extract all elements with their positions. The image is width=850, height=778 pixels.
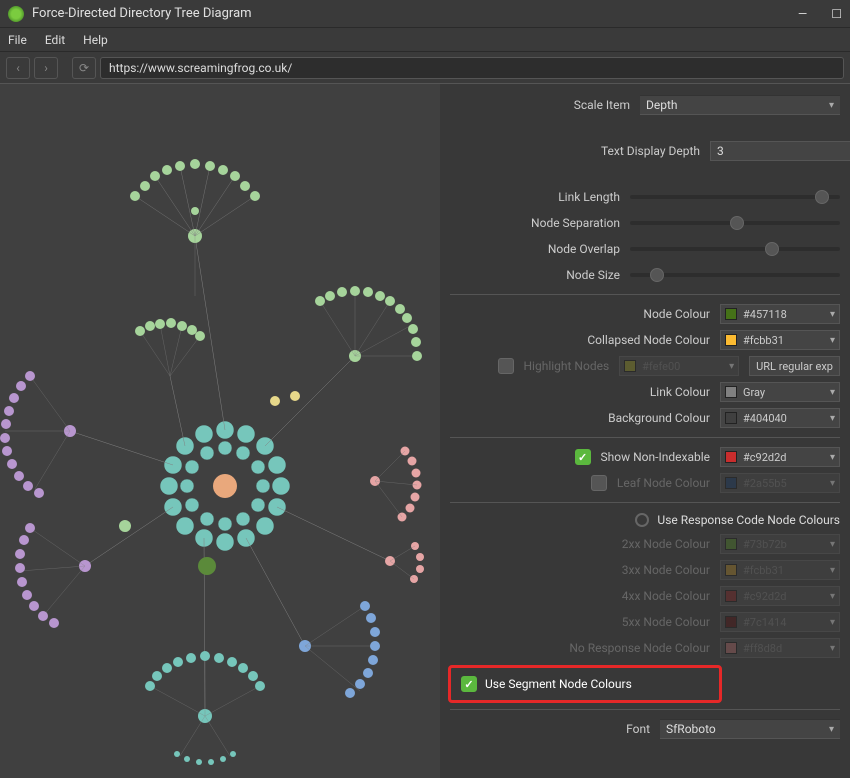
font-select[interactable]: SfRoboto <box>660 719 840 739</box>
node-size-slider[interactable] <box>630 265 840 285</box>
forward-button[interactable]: › <box>34 57 58 79</box>
bg-colour-select[interactable]: #404040 <box>720 408 840 428</box>
node-separation-slider[interactable] <box>630 213 840 233</box>
titlebar: Force-Directed Directory Tree Diagram — … <box>0 0 850 28</box>
settings-panel: Scale Item Depth Text Display Depth ▲▼ L… <box>440 84 850 778</box>
leaf-colour-select: #2a55b5 <box>720 473 840 493</box>
c4xx-select: #c92d2d <box>720 586 840 606</box>
menu-file[interactable]: File <box>8 33 27 47</box>
menubar: File Edit Help <box>0 28 850 52</box>
node-overlap-slider[interactable] <box>630 239 840 259</box>
use-response-radio[interactable] <box>635 513 649 527</box>
reload-button[interactable]: ⟳ <box>72 57 96 79</box>
nonindex-colour-select[interactable]: #c92d2d <box>720 447 840 467</box>
leaf-colour-checkbox[interactable] <box>591 475 607 491</box>
menu-edit[interactable]: Edit <box>45 33 65 47</box>
cnone-select: #ff8d8d <box>720 638 840 658</box>
collapsed-colour-select[interactable]: #fcbb31 <box>720 330 840 350</box>
maximize-button[interactable]: ☐ <box>831 7 842 21</box>
show-nonindexable-checkbox[interactable] <box>575 449 591 465</box>
scale-item-select[interactable]: Depth <box>640 95 840 115</box>
c5xx-select: #7c1414 <box>720 612 840 632</box>
use-segment-checkbox[interactable] <box>461 676 477 692</box>
link-colour-select[interactable]: Gray <box>720 382 840 402</box>
url-regex-button[interactable]: URL regular exp <box>749 356 840 376</box>
window-title: Force-Directed Directory Tree Diagram <box>32 6 798 21</box>
text-depth-spinner[interactable]: ▲▼ <box>710 141 840 161</box>
toolbar: ‹ › ⟳ <box>0 52 850 84</box>
scale-item-label: Scale Item <box>574 98 630 112</box>
highlight-colour-select: #fefe00 <box>619 356 739 376</box>
use-segment-highlight: Use Segment Node Colours <box>448 665 722 703</box>
graph-canvas[interactable] <box>0 84 440 778</box>
c3xx-select: #fcbb31 <box>720 560 840 580</box>
app-icon <box>8 6 24 22</box>
highlight-nodes-checkbox[interactable] <box>498 358 514 374</box>
node-colour-select[interactable]: #457118 <box>720 304 840 324</box>
text-depth-label: Text Display Depth <box>601 144 700 158</box>
menu-help[interactable]: Help <box>83 33 108 47</box>
back-button[interactable]: ‹ <box>6 57 30 79</box>
link-length-slider[interactable] <box>630 187 840 207</box>
minimize-button[interactable]: — <box>798 7 807 21</box>
c2xx-select: #73b72b <box>720 534 840 554</box>
url-input[interactable] <box>100 57 844 79</box>
